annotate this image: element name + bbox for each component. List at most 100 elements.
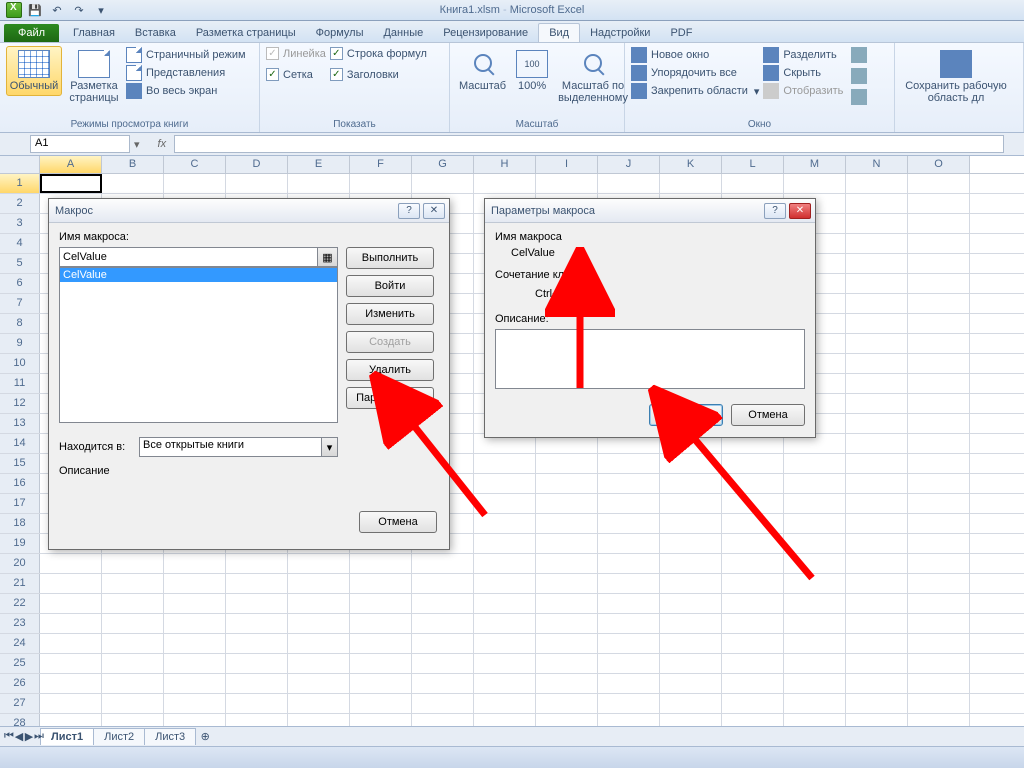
cell[interactable]: [164, 174, 226, 193]
cell[interactable]: [908, 674, 970, 693]
cell[interactable]: [660, 174, 722, 193]
cell[interactable]: [412, 574, 474, 593]
cell[interactable]: [350, 694, 412, 713]
cell[interactable]: [722, 714, 784, 726]
cell[interactable]: [40, 594, 102, 613]
cell[interactable]: [660, 454, 722, 473]
cell[interactable]: [536, 674, 598, 693]
cell[interactable]: [908, 714, 970, 726]
cell[interactable]: [164, 694, 226, 713]
column-header[interactable]: A: [40, 156, 102, 173]
cell[interactable]: [784, 534, 846, 553]
cell[interactable]: [102, 674, 164, 693]
cell[interactable]: [722, 674, 784, 693]
cell[interactable]: [536, 594, 598, 613]
cell[interactable]: [908, 414, 970, 433]
cell[interactable]: [846, 314, 908, 333]
cell[interactable]: [288, 554, 350, 573]
cell[interactable]: [908, 394, 970, 413]
cell[interactable]: [412, 714, 474, 726]
check-ruler[interactable]: ✓Линейка: [266, 47, 326, 60]
cell[interactable]: [908, 574, 970, 593]
cell[interactable]: [598, 574, 660, 593]
column-header[interactable]: N: [846, 156, 908, 173]
cell[interactable]: [784, 594, 846, 613]
cell[interactable]: [412, 674, 474, 693]
cell[interactable]: [412, 654, 474, 673]
cell[interactable]: [784, 494, 846, 513]
tab-formulas[interactable]: Формулы: [306, 24, 374, 42]
cell[interactable]: [474, 554, 536, 573]
cell[interactable]: [350, 634, 412, 653]
cell[interactable]: [288, 174, 350, 193]
cell[interactable]: [474, 674, 536, 693]
options-button[interactable]: Параметры...: [346, 387, 434, 409]
cell[interactable]: [846, 454, 908, 473]
edit-button[interactable]: Изменить: [346, 303, 434, 325]
tab-home[interactable]: Главная: [63, 24, 125, 42]
cell[interactable]: [908, 614, 970, 633]
cell[interactable]: [40, 694, 102, 713]
cell[interactable]: [846, 674, 908, 693]
cell[interactable]: [40, 654, 102, 673]
cell[interactable]: [908, 494, 970, 513]
cell[interactable]: [784, 554, 846, 573]
cell[interactable]: [536, 474, 598, 493]
cell[interactable]: [908, 654, 970, 673]
cell[interactable]: [846, 634, 908, 653]
arrange-button[interactable]: Упорядочить все: [631, 65, 759, 81]
tab-view[interactable]: Вид: [538, 23, 580, 42]
column-header[interactable]: L: [722, 156, 784, 173]
cell[interactable]: [722, 174, 784, 193]
cell[interactable]: [660, 574, 722, 593]
close-button[interactable]: ✕: [423, 203, 445, 219]
cell[interactable]: [598, 514, 660, 533]
cell[interactable]: [908, 234, 970, 253]
cell[interactable]: [474, 534, 536, 553]
cell[interactable]: [784, 614, 846, 633]
cell[interactable]: [598, 614, 660, 633]
cell[interactable]: [226, 714, 288, 726]
cell[interactable]: [660, 474, 722, 493]
namebox-dropdown-icon[interactable]: ▾: [134, 138, 140, 151]
row-header[interactable]: 4: [0, 234, 40, 253]
cell[interactable]: [226, 574, 288, 593]
cell[interactable]: [846, 174, 908, 193]
save-icon[interactable]: 💾: [26, 1, 44, 19]
cell[interactable]: [536, 494, 598, 513]
cell[interactable]: [350, 714, 412, 726]
tab-pdf[interactable]: PDF: [660, 24, 702, 42]
cell[interactable]: [164, 574, 226, 593]
cell[interactable]: [350, 594, 412, 613]
cell[interactable]: [474, 574, 536, 593]
cell[interactable]: [598, 694, 660, 713]
view-normal-button[interactable]: Обычный: [6, 46, 62, 96]
tab-insert[interactable]: Вставка: [125, 24, 186, 42]
cell[interactable]: [846, 214, 908, 233]
view-page-layout-button[interactable]: Разметка страницы: [66, 46, 122, 108]
cell[interactable]: [40, 174, 102, 193]
tab-page-layout[interactable]: Разметка страницы: [186, 24, 306, 42]
column-header[interactable]: G: [412, 156, 474, 173]
tab-file[interactable]: Файл: [4, 24, 59, 42]
cell[interactable]: [474, 494, 536, 513]
params-cancel-button[interactable]: Отмена: [731, 404, 805, 426]
run-button[interactable]: Выполнить: [346, 247, 434, 269]
cell[interactable]: [536, 174, 598, 193]
cell[interactable]: [846, 374, 908, 393]
cell[interactable]: [350, 174, 412, 193]
row-header[interactable]: 2: [0, 194, 40, 213]
cell[interactable]: [164, 654, 226, 673]
cell[interactable]: [722, 614, 784, 633]
row-header[interactable]: 18: [0, 514, 40, 533]
column-header[interactable]: E: [288, 156, 350, 173]
tab-addins[interactable]: Надстройки: [580, 24, 660, 42]
cell[interactable]: [784, 634, 846, 653]
cell[interactable]: [784, 174, 846, 193]
cell[interactable]: [722, 474, 784, 493]
sheet-nav-next[interactable]: ▶: [24, 730, 34, 744]
cell[interactable]: [102, 614, 164, 633]
create-button[interactable]: Создать: [346, 331, 434, 353]
freeze-button[interactable]: Закрепить области▾: [631, 83, 759, 99]
cell[interactable]: [846, 234, 908, 253]
